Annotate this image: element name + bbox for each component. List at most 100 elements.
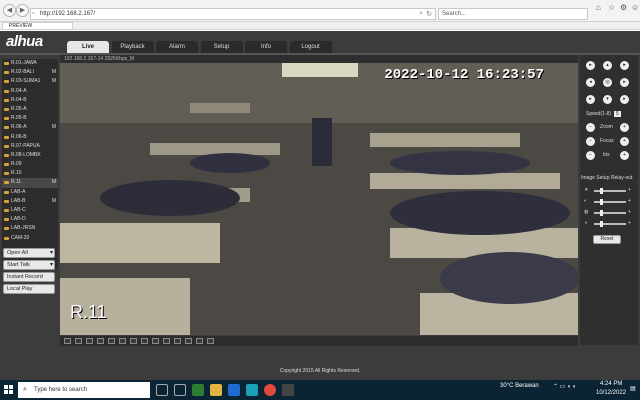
browser-search-input[interactable]: Search... [438, 8, 588, 20]
plus-icon[interactable]: + [628, 198, 631, 204]
back-button[interactable]: ◀ [3, 4, 16, 17]
record-icon[interactable] [152, 338, 159, 344]
channel-item[interactable]: R.07-PAPUA [2, 142, 58, 151]
speed-select[interactable]: 5 [614, 111, 621, 117]
file-explorer-icon[interactable] [210, 384, 222, 396]
ptz-right-icon[interactable]: ▸ [620, 78, 629, 87]
layout-8-icon[interactable] [86, 338, 93, 344]
tray-icons[interactable]: ⌃ ▭ ◖ ◗ [553, 383, 576, 390]
browser-tab[interactable]: PREVIEW [2, 22, 74, 30]
slider-knob[interactable] [600, 210, 603, 216]
fullscreen-icon[interactable] [130, 338, 137, 344]
tab-setup[interactable]: Setup [200, 41, 243, 53]
zoom-out-icon[interactable]: − [586, 123, 595, 132]
plus-icon[interactable]: + [628, 187, 631, 193]
channel-item[interactable]: R.05-B [2, 114, 58, 123]
channel-item[interactable]: R.01-JAWA [2, 59, 58, 68]
chevron-down-icon[interactable]: ▾ [50, 249, 53, 257]
tab-alarm[interactable]: Alarm [156, 41, 198, 53]
weather-text[interactable]: 30°C Berawan [500, 383, 539, 389]
plus-icon[interactable]: + [628, 209, 631, 215]
live-video[interactable]: 192.168.2.167-14 2926Kbps_M 2022-10-12 1… [60, 55, 578, 335]
iris-plus-icon[interactable]: + [620, 151, 629, 160]
iris-minus-icon[interactable]: − [586, 151, 595, 160]
channel-item[interactable]: R.10 [2, 169, 58, 178]
main-stream-badge[interactable]: M [52, 197, 56, 206]
slider-knob[interactable] [600, 188, 603, 194]
layout-custom-icon[interactable] [119, 338, 126, 344]
clock-date[interactable]: 10/12/2022 [596, 390, 626, 396]
settings-icon[interactable]: ⚙ [620, 3, 627, 12]
talk-icon[interactable] [185, 338, 192, 344]
chevron-down-icon[interactable]: ▾ [50, 261, 53, 269]
channel-item[interactable]: R.04-A [2, 87, 58, 96]
channel-item[interactable]: R.08-LOMBK [2, 151, 58, 160]
channel-item[interactable]: LAB-C [2, 206, 58, 215]
instant-record-button[interactable]: Instant Record [3, 272, 55, 282]
layout-1-icon[interactable] [64, 338, 71, 344]
search-icon[interactable]: ⌕ [419, 10, 423, 18]
layout-9-icon[interactable] [97, 338, 104, 344]
favorites-icon[interactable]: ☆ [608, 3, 615, 12]
main-stream-badge[interactable]: M [52, 77, 56, 86]
snapshot-icon[interactable] [141, 338, 148, 344]
reset-button[interactable]: Reset [593, 235, 621, 244]
layout-16-icon[interactable] [108, 338, 115, 344]
windows-start-icon[interactable] [4, 385, 14, 395]
zoom-in-icon[interactable]: + [620, 123, 629, 132]
address-bar[interactable]: ▫ http://192.168.2.167/ ⌕ ↻ [30, 8, 436, 20]
ptz-down-left-icon[interactable]: ▸ [586, 95, 595, 104]
hue-slider[interactable] [594, 221, 626, 227]
image-setup-tab[interactable]: Image Setup [581, 175, 609, 181]
channel-item[interactable]: R.06-A M [2, 123, 58, 132]
slider-knob[interactable] [600, 199, 603, 205]
channel-item[interactable]: R.04-B [2, 96, 58, 105]
focus-plus-icon[interactable]: + [620, 137, 629, 146]
channel-item[interactable]: LAB-B M [2, 197, 58, 206]
tab-info[interactable]: Info [245, 41, 287, 53]
plus-icon[interactable]: + [628, 220, 631, 226]
refresh-icon[interactable]: ↻ [426, 10, 432, 18]
audio-icon[interactable] [174, 338, 181, 344]
ptz-up-right-icon[interactable]: ▸ [620, 61, 629, 70]
slider-knob[interactable] [600, 221, 603, 227]
tab-logout[interactable]: Logout [289, 41, 332, 53]
chrome-icon[interactable] [264, 384, 276, 396]
main-stream-badge[interactable]: M [52, 178, 56, 187]
channel-item[interactable]: R.03-SUMA1 M [2, 77, 58, 86]
channel-item[interactable]: R.11 M [2, 178, 58, 188]
ptz-down-icon[interactable]: ▾ [603, 95, 612, 104]
home-icon[interactable]: ⌂ [596, 3, 601, 12]
mail-icon[interactable] [228, 384, 240, 396]
channel-item[interactable]: LAB-D [2, 215, 58, 224]
tab-live[interactable]: Live [67, 41, 109, 53]
app-icon[interactable] [282, 384, 294, 396]
open-all-button[interactable]: Open All ▾ [3, 248, 55, 258]
taskbar-search-input[interactable]: ⌕ Type here to search [18, 382, 150, 398]
ptz-up-left-icon[interactable]: ▸ [586, 61, 595, 70]
excel-icon[interactable] [192, 384, 204, 396]
channel-item[interactable]: LAB-A [2, 188, 58, 197]
brightness-slider[interactable] [594, 188, 626, 194]
contrast-slider[interactable] [594, 199, 626, 205]
channel-item[interactable]: LAB-JRSN [2, 224, 58, 233]
zoom-icon[interactable] [163, 338, 170, 344]
edge-icon[interactable] [246, 384, 258, 396]
ptz-center-icon[interactable]: ◎ [603, 78, 612, 87]
main-stream-badge[interactable]: M [52, 68, 56, 77]
notifications-icon[interactable]: ▤ [630, 385, 636, 392]
clock-time[interactable]: 4:24 PM [600, 381, 622, 387]
cortana-icon[interactable] [156, 384, 168, 396]
stream-icon[interactable] [196, 338, 203, 344]
ptz-left-icon[interactable]: ◂ [586, 78, 595, 87]
channel-item[interactable]: CAM-20 [2, 234, 58, 243]
channel-item[interactable]: R.02-BALI M [2, 68, 58, 77]
channel-item[interactable]: R.06-B [2, 133, 58, 142]
close-all-icon[interactable] [207, 338, 214, 344]
smiley-icon[interactable]: ☺ [631, 3, 639, 12]
layout-4-icon[interactable] [75, 338, 82, 344]
main-stream-badge[interactable]: M [52, 123, 56, 132]
relay-out-tab[interactable]: Relay-out [611, 175, 632, 181]
channel-item[interactable]: R.05-A [2, 105, 58, 114]
ptz-up-icon[interactable]: ▴ [603, 61, 612, 70]
